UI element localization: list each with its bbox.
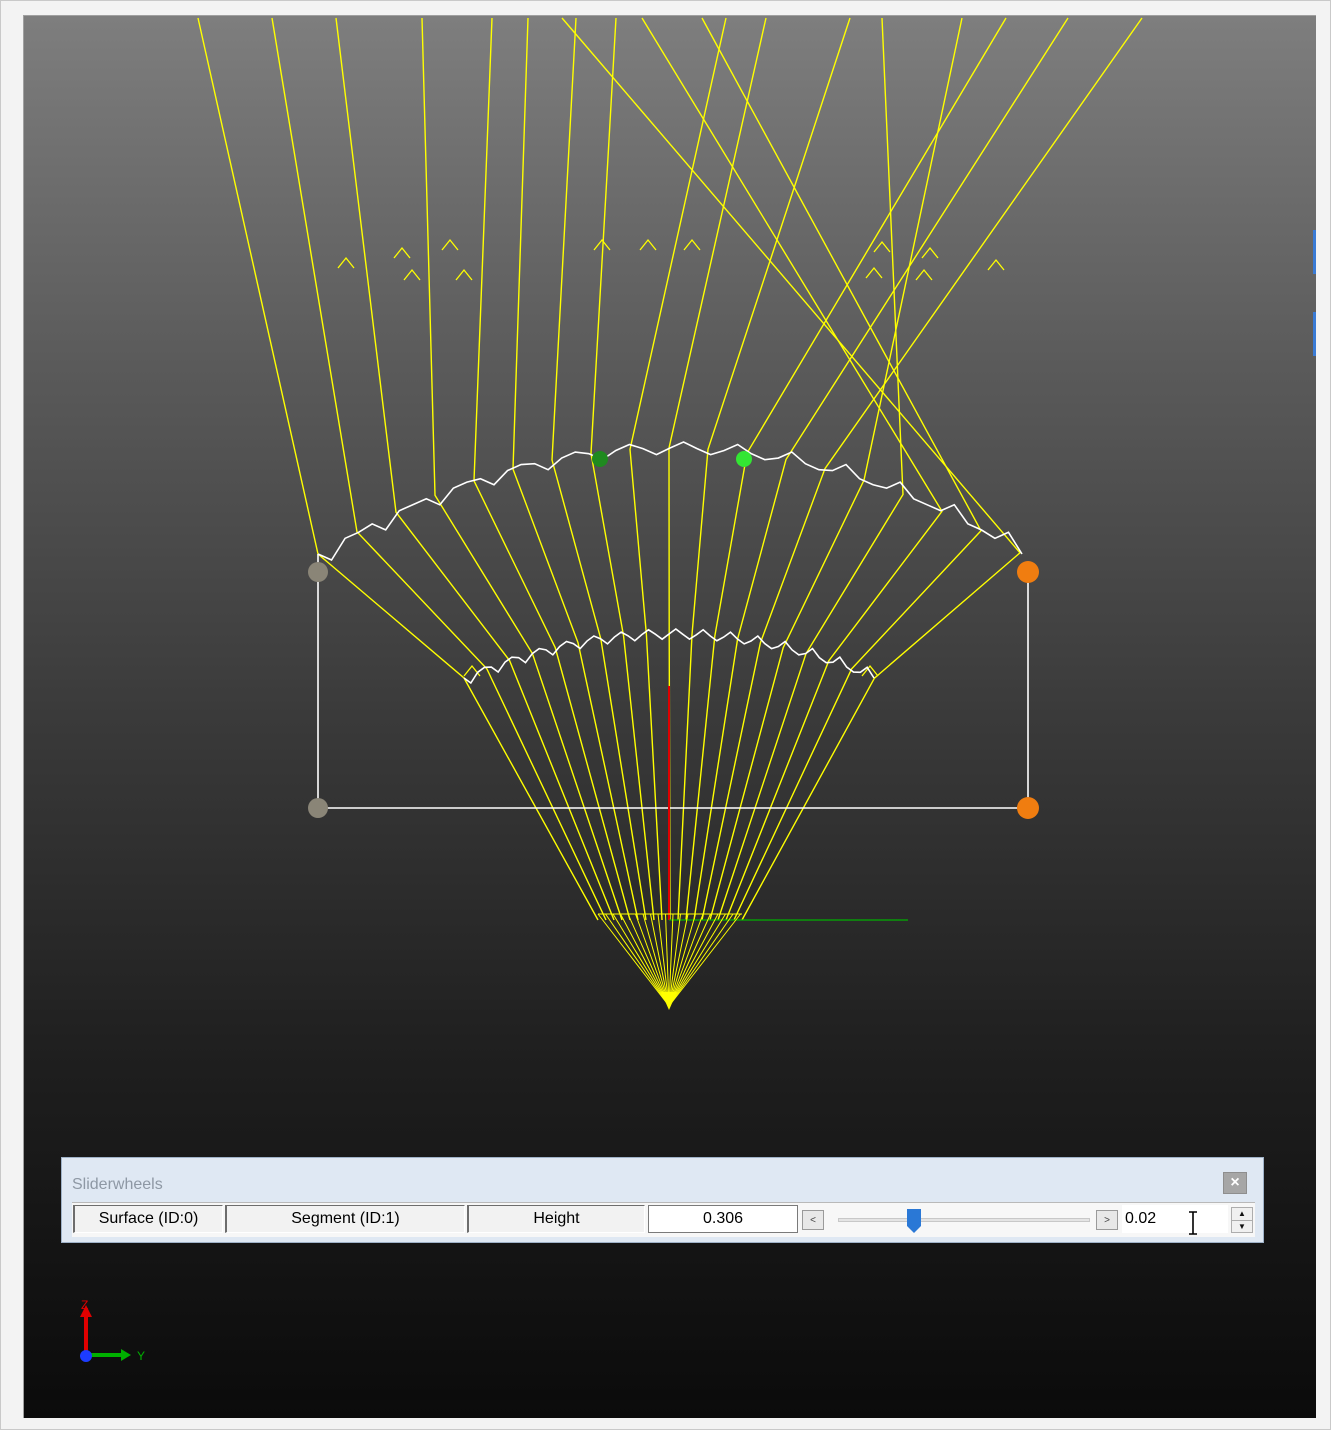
lower-fresnel-surface[interactable] [317, 441, 1023, 562]
source-ray [597, 913, 670, 1007]
lens-body-outline[interactable] [317, 554, 1029, 809]
ray-arrow [593, 238, 611, 251]
y-axis-label: Y [137, 1349, 145, 1363]
ray-arrow [403, 268, 421, 281]
handle-grey-bottom[interactable] [308, 798, 328, 818]
light-source-point[interactable] [661, 992, 677, 1010]
source-ray [668, 913, 726, 1007]
ray-arrow [987, 258, 1005, 271]
close-button[interactable]: × [1223, 1172, 1247, 1194]
ray-line [421, 17, 623, 921]
decrement-button[interactable]: < [802, 1210, 824, 1230]
ray-line [701, 17, 1143, 921]
ray-line [590, 17, 655, 921]
surface-selector[interactable]: Surface (ID:0) [73, 1205, 223, 1233]
spin-arrows-icon[interactable]: ▲ ▼ [1231, 1207, 1253, 1233]
x-axis-dot [80, 1350, 92, 1362]
ray-arrow [463, 664, 481, 677]
value-field[interactable]: 0.306 [648, 1205, 798, 1233]
axis-triad: Z Y [80, 1298, 145, 1363]
ray-arrow [915, 268, 933, 281]
segment-selector[interactable]: Segment (ID:1) [225, 1205, 465, 1233]
handle-grey-top[interactable] [308, 562, 328, 582]
panel-title: Sliderwheels [72, 1176, 163, 1193]
handle-orange-bottom[interactable] [1017, 797, 1039, 819]
ray-line [561, 17, 1021, 921]
slider-thumb[interactable] [906, 1208, 922, 1234]
slider-row: Surface (ID:0) Segment (ID:1) Height 0.3… [72, 1202, 1255, 1237]
ray-direction-arrows [337, 238, 1005, 677]
ray-arrow [865, 266, 883, 279]
ray-line [641, 17, 943, 921]
ray-arrow [683, 238, 701, 251]
ray-arrow [921, 246, 939, 259]
spin-down-button[interactable]: ▼ [1232, 1219, 1252, 1233]
handle-green-dark[interactable] [592, 451, 608, 467]
sliderwheels-panel: Sliderwheels × Surface (ID:0) Segment (I… [61, 1157, 1264, 1243]
step-size-input[interactable]: 0.02 [1122, 1205, 1228, 1233]
scroll-edge-marker [1313, 312, 1316, 356]
scroll-edge-marker [1313, 230, 1316, 274]
application-frame: Sliderwheels × Surface (ID:0) Segment (I… [0, 0, 1331, 1430]
ray-arrow [441, 238, 459, 251]
handle-green-light[interactable] [736, 451, 752, 467]
handle-orange-top[interactable] [1017, 561, 1039, 583]
ray-arrow [455, 268, 473, 281]
close-icon: × [1230, 1174, 1240, 1191]
ray-line [668, 17, 767, 921]
ray-arrow [639, 238, 657, 251]
ray-line [693, 17, 1069, 921]
ray-arrow [873, 240, 891, 253]
ray-line [197, 17, 599, 921]
ray-arrow [393, 246, 411, 259]
lens-profile-outline[interactable] [317, 441, 1029, 809]
ray-line [685, 17, 1007, 921]
property-selector[interactable]: Height [467, 1205, 645, 1233]
ray-line [271, 17, 607, 921]
ray-arrow [337, 256, 355, 269]
ray-line [512, 17, 639, 921]
spin-up-button[interactable]: ▲ [1232, 1208, 1252, 1220]
text-cursor-icon [1189, 1211, 1197, 1235]
increment-button[interactable]: > [1096, 1210, 1118, 1230]
slider-track[interactable] [838, 1218, 1090, 1222]
ray-line [473, 17, 631, 921]
